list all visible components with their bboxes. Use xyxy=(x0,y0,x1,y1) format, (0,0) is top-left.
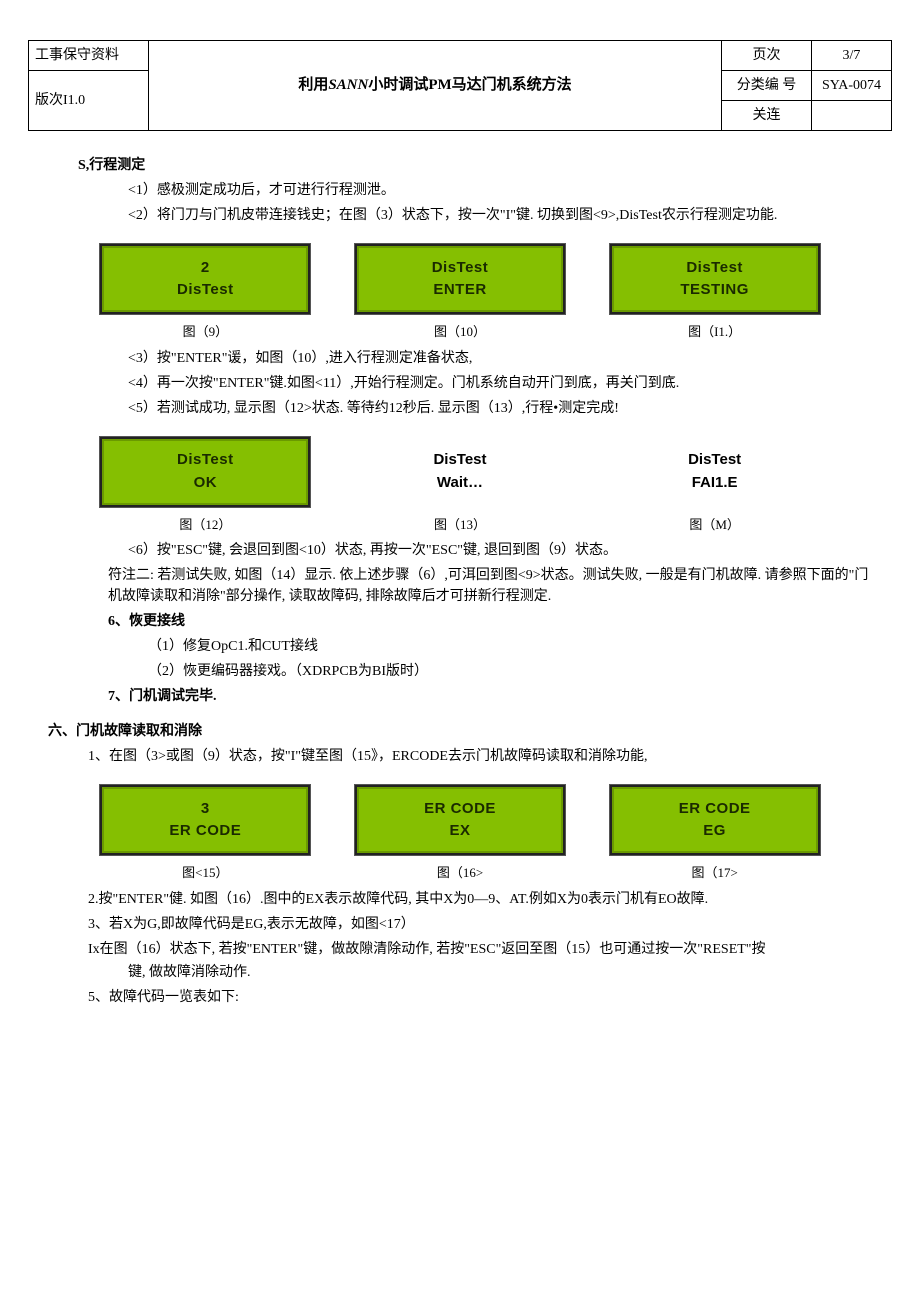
lcd-line: 3 xyxy=(201,798,210,821)
header-classno-label: 分类编 号 xyxy=(722,71,812,101)
lcd-caption: 图（9） xyxy=(183,322,229,342)
lcd-fig15-col: 3 ER CODE 图<15） xyxy=(100,785,310,883)
lcd-row-2: DisTest OK 图（12） DisTest Wait… 图（13） Dis… xyxy=(88,437,832,535)
header-left-2: 版次I1.0 xyxy=(29,71,149,131)
title-pre: 利用 xyxy=(298,77,328,93)
lcd-fig12-col: DisTest OK 图（12） xyxy=(100,437,310,535)
lcd-line: TESTING xyxy=(680,279,749,302)
section-s-step3: <3）按"ENTER"谖，如图（10）,进入行程测定准备状态, xyxy=(128,348,872,369)
header-page-label: 页次 xyxy=(722,41,812,71)
lcd-caption: 图（12） xyxy=(179,515,231,535)
section-6-title: 六、门机故障读取和消除 xyxy=(48,721,872,742)
lcd-figM: DisTest FAI1.E xyxy=(610,437,820,507)
section-6-step4a: Ix在图（16）状态下, 若按"ENTER"键，做故隙清除动作, 若按"ESC"… xyxy=(88,939,872,960)
lcd-fig10: DisTest ENTER xyxy=(355,244,565,314)
lcd-line: OK xyxy=(194,472,218,495)
section-s-7: 7、门机调试完毕. xyxy=(108,686,872,707)
lcd-fig16: ER CODE EX xyxy=(355,785,565,855)
lcd-line: DisTest xyxy=(432,257,489,280)
lcd-line: ENTER xyxy=(433,279,486,302)
header-classno-value: SYA-0074 xyxy=(812,71,892,101)
section-6-step3: 3、若X为G,即故障代码是EG,表示无故障，如图<17） xyxy=(88,914,872,935)
lcd-fig10-col: DisTest ENTER 图（10） xyxy=(355,244,565,342)
lcd-caption: 图（16> xyxy=(437,863,483,883)
lcd-row-1: 2 DisTest 图（9） DisTest ENTER 图（10） DisTe… xyxy=(88,244,832,342)
lcd-fig9-col: 2 DisTest 图（9） xyxy=(100,244,310,342)
lcd-line: ER CODE xyxy=(679,798,751,821)
section-s-step6: <6）按"ESC"键, 会退回到图<10）状态, 再按一次"ESC"键, 退回到… xyxy=(128,540,872,561)
lcd-line: EX xyxy=(449,820,470,843)
title-ital: SANN xyxy=(328,77,368,93)
section-s-6-title: 6、恢更接线 xyxy=(108,611,872,632)
section-s-step4: <4）再一次按"ENTER"键.如图<11）,开始行程测定。门机系统自动开门到底… xyxy=(128,373,872,394)
document-body: S,行程测定 <1）感极测定成功后，才可进行行程测泄。 <2）将门刀与门机皮带连… xyxy=(28,155,892,1008)
lcd-fig13-col: DisTest Wait… 图（13） xyxy=(355,437,565,535)
lcd-fig11-col: DisTest TESTING 图（I1.） xyxy=(610,244,820,342)
lcd-line: EG xyxy=(703,820,726,843)
lcd-line: 2 xyxy=(201,257,210,280)
lcd-line: DisTest xyxy=(433,449,486,472)
document-title: 利用SANN小时调试PM马达门机系统方法 xyxy=(149,41,722,131)
lcd-line: Wait… xyxy=(437,472,483,495)
section-s-step5: <5）若测试成功, 显示图（12>状态. 等待约12秒后. 显示图（13）,行程… xyxy=(128,398,872,419)
lcd-fig17: ER CODE EG xyxy=(610,785,820,855)
lcd-fig15: 3 ER CODE xyxy=(100,785,310,855)
section-6-step5: 5、故障代码一览表如下: xyxy=(88,987,872,1008)
lcd-caption: 图（I1.） xyxy=(688,322,741,342)
lcd-fig16-col: ER CODE EX 图（16> xyxy=(355,785,565,883)
header-rel-label: 关连 xyxy=(722,101,812,131)
section-6-step2: 2.按"ENTER"健. 如图（16）.图中的EX表示故障代码, 其中X为0—9… xyxy=(88,889,872,910)
lcd-caption: 图（10） xyxy=(434,322,486,342)
document-header-table: 工事保守资料 利用SANN小时调试PM马达门机系统方法 页次 3/7 版次I1.… xyxy=(28,40,892,131)
lcd-caption: 图（13） xyxy=(434,515,486,535)
header-rel-value xyxy=(812,101,892,131)
section-s-6-1: （1）修复OpC1.和CUT接线 xyxy=(148,636,872,657)
section-s-title: S,行程测定 xyxy=(78,155,872,176)
lcd-row-3: 3 ER CODE 图<15） ER CODE EX 图（16> ER CODE… xyxy=(88,785,832,883)
header-left-1: 工事保守资料 xyxy=(29,41,149,71)
lcd-figM-col: DisTest FAI1.E 图（M） xyxy=(610,437,820,535)
lcd-caption: 图（M） xyxy=(689,515,740,535)
lcd-line: ER CODE xyxy=(169,820,241,843)
lcd-line: FAI1.E xyxy=(692,472,738,495)
lcd-fig11: DisTest TESTING xyxy=(610,244,820,314)
header-page-value: 3/7 xyxy=(812,41,892,71)
title-post: 小时调试PM马达门机系统方法 xyxy=(368,77,571,93)
lcd-line: DisTest xyxy=(688,449,741,472)
lcd-line: DisTest xyxy=(177,279,234,302)
lcd-fig13: DisTest Wait… xyxy=(355,437,565,507)
lcd-fig9: 2 DisTest xyxy=(100,244,310,314)
lcd-caption: 图（17> xyxy=(691,863,737,883)
section-s-step2: <2）将门刀与门机皮带连接钱史；在图（3）状态下，按一次"I"键. 切换到图<9… xyxy=(128,205,872,226)
section-s-6-2: （2）恢更编码器接戏。（XDRPCB为BI版时） xyxy=(148,661,872,682)
lcd-line: DisTest xyxy=(686,257,743,280)
section-s-note: 符注二: 若测试失败, 如图（14）显示. 依上述步骤（6）,可洱回到图<9>状… xyxy=(108,565,872,607)
lcd-fig12: DisTest OK xyxy=(100,437,310,507)
lcd-fig17-col: ER CODE EG 图（17> xyxy=(610,785,820,883)
lcd-line: DisTest xyxy=(177,449,234,472)
section-s-step1: <1）感极测定成功后，才可进行行程测泄。 xyxy=(128,180,872,201)
lcd-caption: 图<15） xyxy=(182,863,228,883)
section-6-step1: 1、在图（3>或图（9）状态，按"I"键至图（15》，ERCODE去示门机故障码… xyxy=(88,746,872,767)
section-6-step4b: 键, 做故障消除动作. xyxy=(128,962,872,983)
lcd-line: ER CODE xyxy=(424,798,496,821)
